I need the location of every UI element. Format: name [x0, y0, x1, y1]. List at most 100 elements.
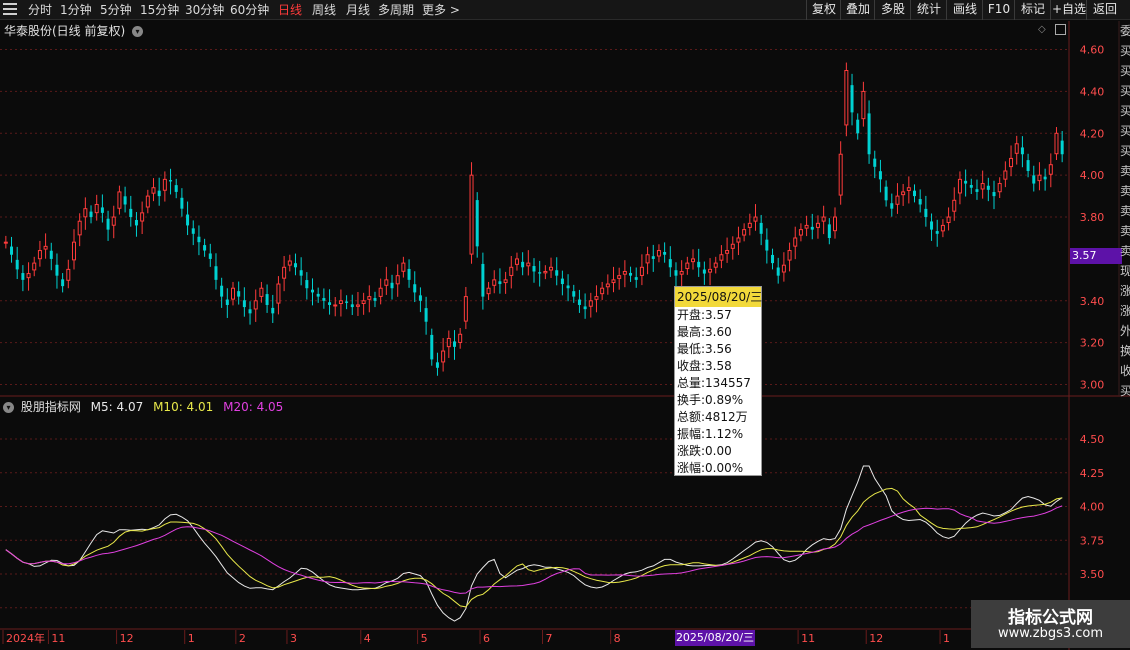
candle-body-142 [810, 226, 814, 230]
candle-body-51 [293, 263, 297, 268]
candle-body-153 [873, 158, 877, 167]
candle-body-101 [577, 299, 581, 305]
candle-body-83 [475, 200, 479, 247]
candle-body-129 [736, 237, 741, 243]
candle-body-146 [832, 216, 837, 232]
price-tick-label-1: 4.40 [1080, 85, 1105, 98]
candle-body-32 [186, 214, 190, 226]
date-label-12: 11 [801, 632, 815, 645]
candle-body-98 [560, 278, 564, 285]
candle-body-171 [975, 189, 979, 192]
candle-body-82 [469, 174, 474, 255]
strip-char-15: 外 [1120, 324, 1130, 338]
candle-body-122 [697, 261, 701, 268]
candle-body-148 [844, 69, 849, 126]
m5-label: M5: 4.07 [90, 400, 144, 414]
candle-body-7 [43, 245, 48, 250]
candle-body-30 [174, 185, 178, 192]
candle-body-177 [1009, 157, 1014, 168]
candle-body-43 [248, 309, 252, 314]
candle-body-143 [815, 222, 820, 228]
candle-body-22 [129, 208, 133, 218]
tooltip-row-0: 开盘:3.57 [677, 308, 732, 322]
price-tick-label-4: 3.80 [1080, 211, 1105, 224]
candle-body-166 [946, 216, 951, 223]
tooltip-date: 2025/08/20/三 [675, 287, 762, 307]
candle-body-18 [106, 218, 110, 230]
candle-body-160 [913, 190, 917, 197]
candle-body-175 [997, 183, 1002, 193]
indicator-tick-label-2: 4.00 [1080, 501, 1105, 514]
candle-body-50 [287, 260, 292, 266]
candle-body-6 [37, 250, 42, 260]
candle-body-47 [271, 307, 275, 314]
date-label-0: 2024年 [6, 631, 45, 645]
candle-body-181 [1032, 175, 1036, 184]
candle-body-8 [49, 250, 53, 259]
candle-body-174 [992, 192, 996, 197]
candle-body-163 [930, 221, 934, 230]
candle-body-31 [180, 197, 184, 209]
candle-body-134 [765, 239, 769, 251]
candle-body-110 [629, 272, 633, 276]
candle-body-59 [338, 300, 343, 305]
candle-body-92 [526, 262, 531, 267]
date-label-9: 7 [546, 632, 553, 645]
date-label-10: 8 [614, 632, 621, 645]
candle-body-169 [964, 180, 968, 184]
candle-body-53 [305, 280, 309, 289]
indicator-tick-label-1: 4.25 [1080, 467, 1105, 480]
candle-body-96 [549, 266, 554, 271]
m10-label: M10: 4.01 [153, 400, 214, 414]
candle-body-87 [498, 281, 502, 285]
candle-body-12 [71, 241, 76, 261]
candle-body-182 [1037, 174, 1042, 182]
candle-body-97 [555, 270, 559, 276]
chevron-down-icon[interactable]: ▾ [3, 402, 14, 413]
candle-body-105 [600, 287, 605, 295]
date-label-8: 6 [483, 632, 490, 645]
candle-body-114 [651, 256, 655, 259]
candle-body-67 [384, 279, 389, 286]
tooltip-row-3: 收盘:3.58 [677, 359, 732, 373]
candle-body-128 [730, 243, 735, 249]
candle-body-135 [771, 254, 775, 264]
candle-body-108 [617, 275, 622, 279]
candle-body-89 [509, 266, 514, 276]
price-tick-label-7: 3.00 [1080, 379, 1105, 392]
candle-body-29 [169, 180, 173, 182]
candle-body-124 [708, 268, 713, 273]
candle-body-95 [543, 270, 548, 274]
candle-body-119 [679, 270, 684, 275]
candle-body-168 [957, 178, 962, 194]
candle-body-9 [55, 264, 59, 276]
strip-char-18: 买 [1120, 384, 1130, 398]
candle-body-21 [123, 196, 127, 205]
candle-body-167 [952, 199, 957, 212]
indicator-header: ▾ 股朋指标网 M5: 4.07 M10: 4.01 M20: 4.05 [3, 398, 289, 415]
candle-body-64 [367, 296, 372, 300]
kline-chart[interactable]: 4.60 4.40 4.20 4.00 3.80 3.40 3.20 3.00 4.50 4.25… [0, 0, 1130, 650]
candle-body-138 [787, 250, 792, 261]
candle-body-120 [685, 262, 690, 270]
m10-line [5, 487, 1063, 608]
watermark-title: 指标公式网 [1008, 608, 1093, 628]
m20-label: M20: 4.05 [223, 400, 284, 414]
data-tooltip: 2025/08/20/三 开盘:3.57 最高:3.60 最低:3.56 收盘:3.5… [674, 286, 762, 476]
candle-body-106 [605, 283, 610, 288]
candle-body-116 [663, 252, 667, 255]
candle-body-183 [1043, 176, 1047, 180]
date-label-13: 12 [869, 632, 883, 645]
candle-body-127 [725, 250, 730, 254]
strip-char-8: 卖 [1120, 184, 1130, 198]
candle-body-156 [890, 203, 894, 209]
tooltip-rows: 开盘:3.57 最高:3.60 最低:3.56 收盘:3.58 总量:134557 换手:… [675, 307, 761, 477]
indicator-name: 股朋指标网 [20, 400, 81, 414]
price-tick-label-6: 3.20 [1080, 337, 1105, 350]
candle-body-86 [492, 279, 497, 286]
date-label-2: 12 [120, 632, 134, 645]
tooltip-row-1: 最高:3.60 [677, 325, 732, 339]
candle-body-88 [503, 279, 508, 284]
candle-body-164 [935, 231, 939, 234]
candle-body-62 [355, 304, 360, 307]
